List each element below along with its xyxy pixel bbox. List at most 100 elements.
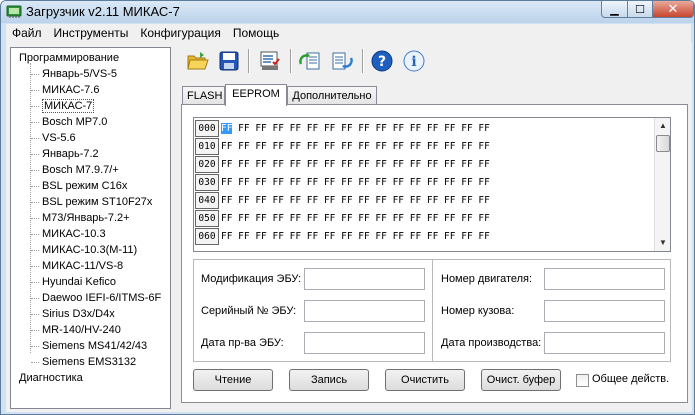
tree-item[interactable]: Siemens MS41/42/43 [42,340,147,353]
tree-item[interactable]: BSL режим ST10F27x [42,196,152,209]
tab-eeprom[interactable]: EEPROM [225,84,287,106]
maximize-button[interactable]: ☐ [627,1,653,18]
tree-item-label: Bosch MP7.0 [42,116,108,128]
hex-cursor-byte[interactable]: FF [221,123,233,134]
engine-number-field[interactable] [544,268,665,290]
tree-item[interactable]: Bosch MP7.0 [42,116,107,129]
write-button[interactable]: Запись [289,369,369,391]
close-button[interactable]: ✕ [652,1,694,18]
hex-row[interactable]: 030 FF FF FF FF FF FF FF FF FF FF FF FF F… [194,174,654,192]
body-number-field[interactable] [544,300,665,322]
engine-number-label: Номер двигателя: [441,273,533,285]
minimize-button[interactable]: ▁ [601,1,628,18]
tree-item[interactable]: MR-140/HV-240 [42,324,121,337]
tree-item[interactable]: Hyundai Kefico [42,276,116,289]
scroll-down-icon[interactable]: ▼ [655,235,671,251]
info-icon: i [403,50,425,72]
tab-flash[interactable]: FLASH [182,86,225,105]
tree-item-label: Siemens EMS3132 [42,356,137,368]
tree-item[interactable]: M73/Январь-7.2+ [42,212,130,225]
tree-item[interactable]: Январь-7.2 [42,148,99,161]
hex-address: 040 [195,192,219,209]
tree-item[interactable]: Bosch M7.9.7/+ [42,164,119,177]
info-button[interactable]: i [401,48,427,74]
hex-row[interactable]: 020 FF FF FF FF FF FF FF FF FF FF FF FF F… [194,156,654,174]
hex-bytes[interactable]: FF FF FF FF FF FF FF FF FF FF FF FF FF F… [221,122,490,135]
clear-buffer-button[interactable]: Очист. буфер [481,369,561,391]
hex-bytes[interactable]: FF FF FF FF FF FF FF FF FF FF FF FF FF F… [221,158,490,171]
tree-connector [31,362,39,363]
tree-item-label: Sirius D3x/D4x [42,308,115,320]
hex-address: 050 [195,210,219,227]
tree-item[interactable]: МИКАС-7.6 [42,84,99,97]
hex-bytes[interactable]: FF FF FF FF FF FF FF FF FF FF FF FF FF F… [221,140,490,153]
hex-row[interactable]: 040 FF FF FF FF FF FF FF FF FF FF FF FF F… [194,192,654,210]
menu-config[interactable]: Конфигурация [134,24,227,43]
tab-advanced[interactable]: Дополнительно [287,86,377,105]
write-ecu-icon [332,52,353,70]
hex-row[interactable]: 000 FF FF FF FF FF FF FF FF FF FF FF FF F… [194,120,654,138]
tree-connector [31,106,39,107]
read-ecu-button[interactable] [297,48,323,74]
close-icon: ✕ [667,1,679,16]
hex-address: 000 [195,120,219,137]
tree-item[interactable]: Sirius D3x/D4x [42,308,115,321]
hex-row[interactable]: 050 FF FF FF FF FF FF FF FF FF FF FF FF F… [194,210,654,228]
global-action-checkbox[interactable] [576,374,589,387]
hex-bytes[interactable]: FF FF FF FF FF FF FF FF FF FF FF FF FF F… [221,176,490,189]
app-icon [6,5,22,18]
tree-item[interactable]: МИКАС-10.3 [42,228,106,241]
tree-connector [31,314,39,315]
hex-bytes[interactable]: FF FF FF FF FF FF FF FF FF FF FF FF FF F… [221,212,490,225]
tree-item-label: Daewoo IEFI-6/ITMS-6F [42,292,162,304]
global-action-label[interactable]: Общее действ. [592,373,669,385]
write-ecu-button[interactable] [329,48,355,74]
toolbar: ? i [176,46,692,76]
help-button[interactable]: ? [369,48,395,74]
tree-item[interactable]: Январь-5/VS-5 [42,68,117,81]
tree-item-label: МИКАС-7 [42,99,95,113]
hex-address: 010 [195,138,219,155]
settings-button[interactable] [257,48,283,74]
read-button[interactable]: Чтение [193,369,273,391]
scroll-thumb[interactable] [656,135,670,152]
hex-bytes[interactable]: FF FF FF FF FF FF FF FF FF FF FF FF FF F… [221,230,490,243]
ecu-serial-field[interactable] [304,300,425,322]
minimize-icon: ▁ [610,3,619,16]
production-date-field[interactable] [544,332,665,354]
ecu-modification-field[interactable] [304,268,425,290]
tree-item[interactable]: VS-5.6 [42,132,76,145]
tree-connector [31,74,39,75]
info-divider [432,260,433,361]
menu-help[interactable]: Помощь [227,24,285,43]
svg-text:?: ? [378,54,386,70]
open-button[interactable] [185,48,211,74]
tree-connector [31,234,39,235]
read-ecu-icon [299,52,320,70]
clear-button[interactable]: Очистить [385,369,465,391]
tree-connector [31,122,39,123]
tree-item[interactable]: BSL режим C16x [42,180,127,193]
ecu-date-field[interactable] [304,332,425,354]
tree-item[interactable]: МИКАС-7 [42,99,95,113]
scroll-up-icon[interactable]: ▲ [655,118,671,134]
tree-item[interactable]: Siemens EMS3132 [42,356,136,369]
tree-item[interactable]: МИКАС-10.3(M-11) [42,244,137,257]
hex-row[interactable]: 060 FF FF FF FF FF FF FF FF FF FF FF FF F… [194,228,654,246]
menu-file[interactable]: Файл [6,24,48,43]
hex-row[interactable]: 010 FF FF FF FF FF FF FF FF FF FF FF FF F… [194,138,654,156]
tree-connector [31,330,39,331]
hex-editor[interactable]: 000 FF FF FF FF FF FF FF FF FF FF FF FF F… [193,117,671,252]
ecu-tree[interactable]: Программирование Январь-5/VS-5 МИКАС-7.6 М… [10,47,171,409]
tree-item[interactable]: МИКАС-11/VS-8 [42,260,123,273]
tree-connector [31,298,39,299]
hex-bytes[interactable]: FF FF FF FF FF FF FF FF FF FF FF FF FF F… [221,194,490,207]
hex-scrollbar[interactable]: ▲ ▼ [654,118,670,251]
title-bar[interactable]: Загрузчик v2.11 МИКАС-7 ▁ ☐ ✕ [1,1,694,23]
production-date-label: Дата производства: [441,337,542,349]
tree-item[interactable]: Daewoo IEFI-6/ITMS-6F [42,292,161,305]
tree-root-programming[interactable]: Программирование [19,52,119,65]
tree-root-diagnostics[interactable]: Диагностика [19,372,83,385]
menu-tools[interactable]: Инструменты [48,24,135,43]
save-button[interactable] [216,48,242,74]
